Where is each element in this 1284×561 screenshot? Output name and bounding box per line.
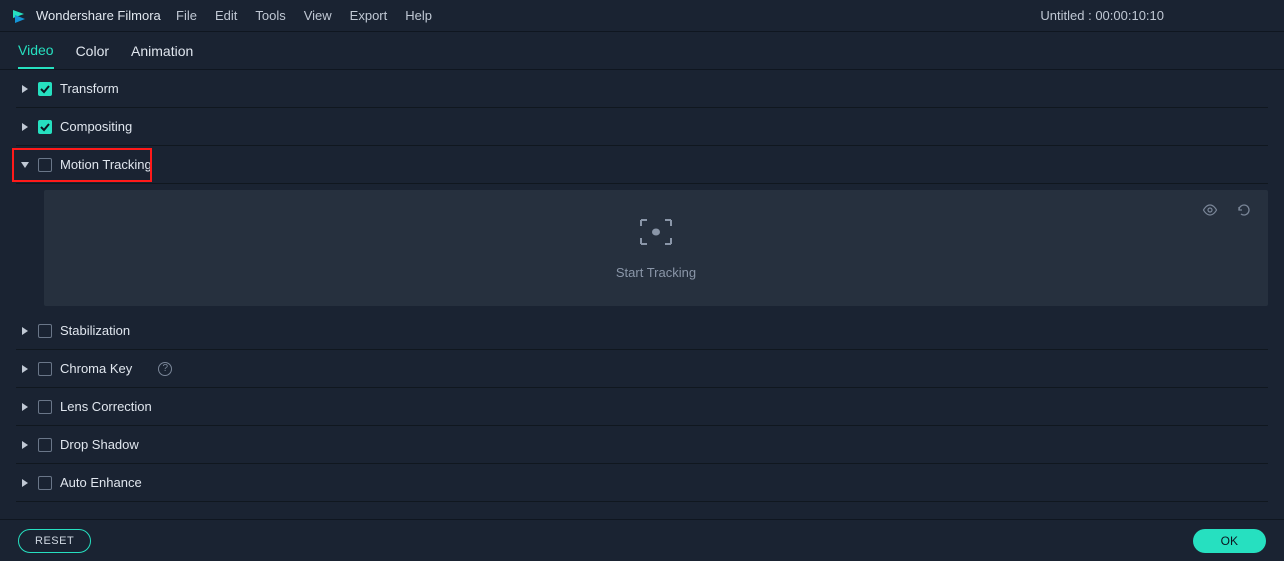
ok-button[interactable]: OK [1193, 529, 1266, 553]
menu-tools[interactable]: Tools [255, 8, 285, 23]
menu-help[interactable]: Help [405, 8, 432, 23]
checkbox-compositing[interactable] [38, 120, 52, 134]
menu-bar: File Edit Tools View Export Help [176, 8, 432, 23]
section-transform[interactable]: Transform [16, 70, 1268, 108]
project-title: Untitled : 00:00:10:10 [1040, 8, 1164, 23]
menu-edit[interactable]: Edit [215, 8, 237, 23]
section-label-auto-enhance: Auto Enhance [60, 475, 142, 490]
chevron-right-icon[interactable] [20, 440, 30, 450]
chevron-right-icon[interactable] [20, 326, 30, 336]
reset-icon[interactable] [1236, 202, 1252, 218]
section-auto-enhance[interactable]: Auto Enhance [16, 464, 1268, 502]
tracking-target-icon[interactable] [638, 217, 674, 247]
checkbox-motion-tracking[interactable] [38, 158, 52, 172]
chevron-down-icon[interactable] [20, 160, 30, 170]
reset-button[interactable]: RESET [18, 529, 91, 553]
chevron-right-icon[interactable] [20, 364, 30, 374]
chevron-right-icon[interactable] [20, 402, 30, 412]
help-icon[interactable]: ? [158, 362, 172, 376]
checkbox-drop-shadow[interactable] [38, 438, 52, 452]
checkbox-auto-enhance[interactable] [38, 476, 52, 490]
panel-icons [1202, 202, 1252, 218]
start-tracking-label[interactable]: Start Tracking [616, 265, 696, 280]
checkbox-stabilization[interactable] [38, 324, 52, 338]
app-logo-icon [10, 7, 28, 25]
section-lens-correction[interactable]: Lens Correction [16, 388, 1268, 426]
chevron-right-icon[interactable] [20, 84, 30, 94]
checkbox-lens-correction[interactable] [38, 400, 52, 414]
menu-view[interactable]: View [304, 8, 332, 23]
menu-export[interactable]: Export [350, 8, 388, 23]
tab-animation[interactable]: Animation [131, 43, 193, 68]
tab-color[interactable]: Color [76, 43, 109, 68]
menu-file[interactable]: File [176, 8, 197, 23]
checkbox-transform[interactable] [38, 82, 52, 96]
logo-wrap: Wondershare Filmora [10, 7, 172, 25]
chevron-right-icon[interactable] [20, 122, 30, 132]
checkbox-chroma-key[interactable] [38, 362, 52, 376]
section-compositing[interactable]: Compositing [16, 108, 1268, 146]
section-label-lens-correction: Lens Correction [60, 399, 152, 414]
tab-video[interactable]: Video [18, 42, 54, 69]
section-label-transform: Transform [60, 81, 119, 96]
section-label-chroma-key: Chroma Key [60, 361, 132, 376]
footer-bar: RESET OK [0, 519, 1284, 561]
section-stabilization[interactable]: Stabilization [16, 312, 1268, 350]
section-motion-tracking[interactable]: Motion Tracking [16, 146, 1268, 184]
tab-bar: Video Color Animation [0, 32, 1284, 70]
section-label-motion-tracking: Motion Tracking [60, 157, 152, 172]
chevron-right-icon[interactable] [20, 478, 30, 488]
panel-area: Transform Compositing Motion Tracking [0, 70, 1284, 518]
title-bar: Wondershare Filmora File Edit Tools View… [0, 0, 1284, 32]
section-label-drop-shadow: Drop Shadow [60, 437, 139, 452]
app-title: Wondershare Filmora [36, 8, 161, 23]
section-chroma-key[interactable]: Chroma Key ? [16, 350, 1268, 388]
motion-tracking-panel: Start Tracking [44, 190, 1268, 306]
section-label-compositing: Compositing [60, 119, 132, 134]
section-drop-shadow[interactable]: Drop Shadow [16, 426, 1268, 464]
eye-icon[interactable] [1202, 202, 1218, 218]
section-label-stabilization: Stabilization [60, 323, 130, 338]
